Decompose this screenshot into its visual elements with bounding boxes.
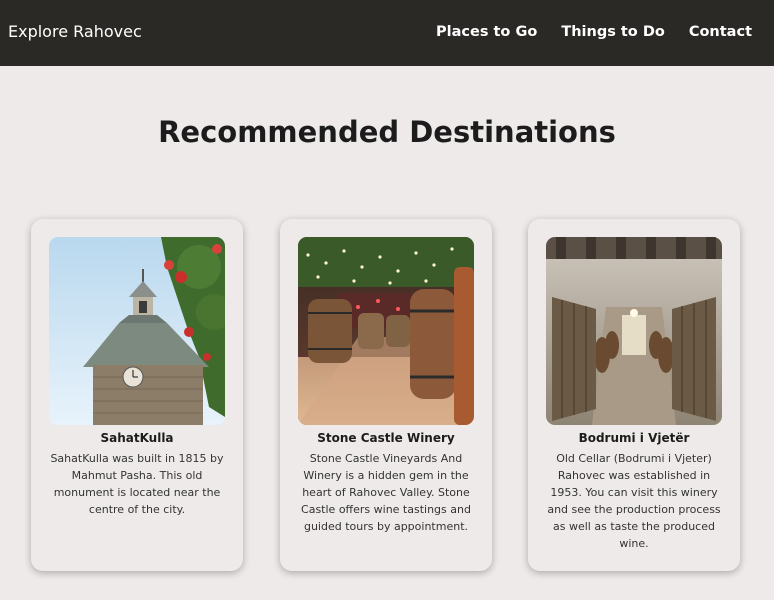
card-title: Bodrumi i Vjetër: [578, 431, 690, 445]
destination-card-sahatkulla[interactable]: SahatKulla SahatKulla was built in 1815 …: [31, 219, 243, 571]
card-description: Old Cellar (Bodrumi i Vjeter) Rahovec wa…: [547, 452, 721, 550]
main-nav: Places to Go Things to Do Contact: [436, 22, 752, 42]
page-title: Recommended Destinations: [158, 115, 616, 149]
destination-card-stone-castle[interactable]: Stone Castle Winery Stone Castle Vineyar…: [280, 219, 492, 571]
nav-things-to-do[interactable]: Things to Do: [561, 22, 665, 42]
clock-tower-image: [49, 237, 225, 425]
card-title: SahatKulla: [100, 431, 174, 445]
nav-contact[interactable]: Contact: [689, 22, 752, 42]
card-title: Stone Castle Winery: [317, 431, 455, 445]
wine-cellar-image: [546, 237, 722, 425]
card-description: SahatKulla was built in 1815 by Mahmut P…: [50, 452, 224, 516]
winery-barrels-image: [298, 237, 474, 425]
card-description: Stone Castle Vineyards And Winery is a h…: [301, 452, 471, 533]
destination-card-bodrumi[interactable]: Bodrumi i Vjetër Old Cellar (Bodrumi i V…: [528, 219, 740, 571]
nav-places-to-go[interactable]: Places to Go: [436, 22, 537, 42]
brand-logo-text[interactable]: Explore Rahovec: [8, 22, 142, 42]
site-header: Explore Rahovec Places to Go Things to D…: [0, 0, 774, 66]
